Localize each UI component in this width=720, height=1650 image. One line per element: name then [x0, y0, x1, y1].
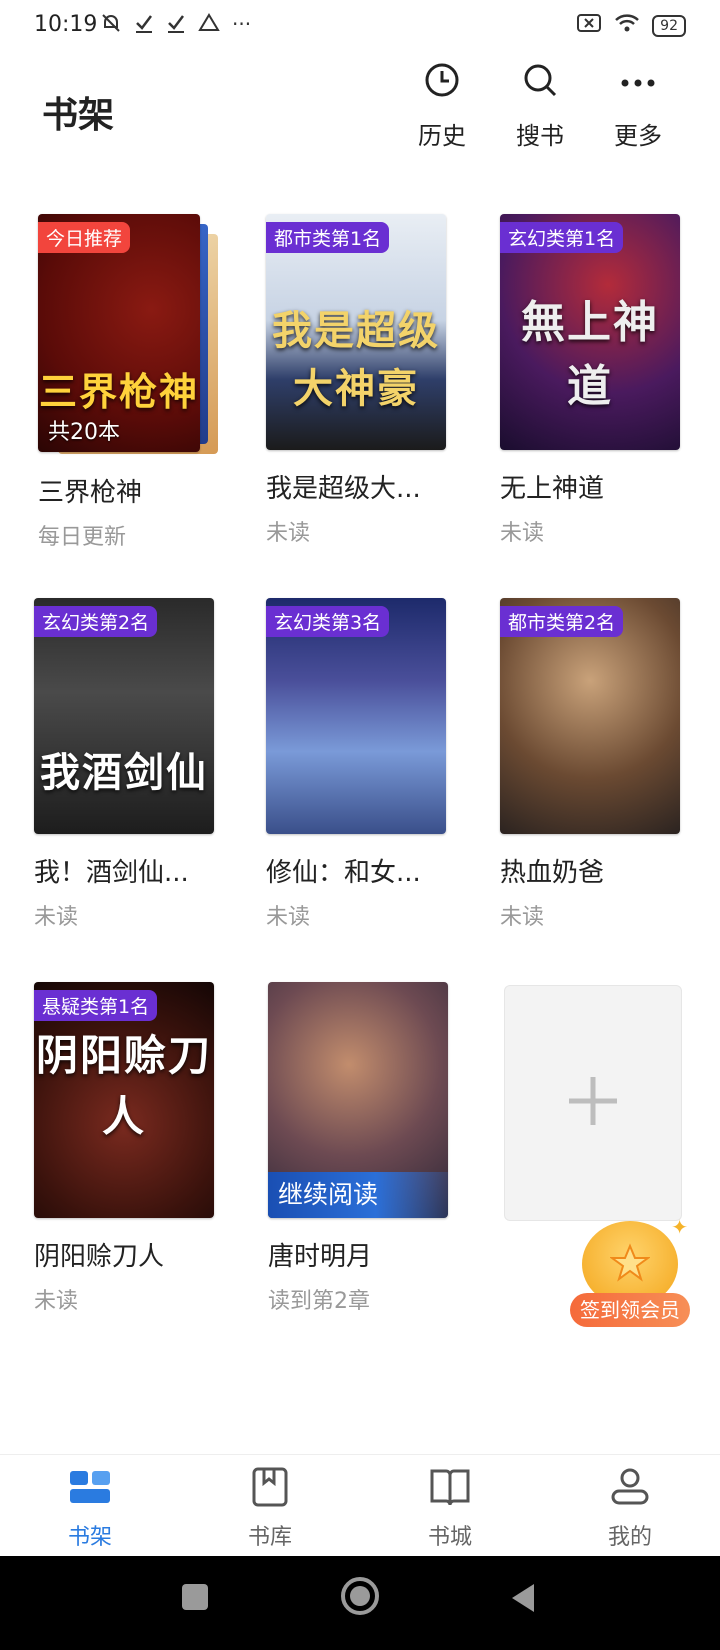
book-cover: 都市类第2名 [500, 598, 680, 834]
book-title: 无上神道 [500, 474, 605, 504]
rank-badge: 玄幻类第3名 [266, 606, 390, 637]
rank-badge: 玄幻类第1名 [500, 222, 624, 253]
book-title: 我！酒剑仙... [34, 858, 189, 888]
cover-art-text: 我是超级大神豪 [272, 308, 440, 412]
book-title: 阴阳赊刀人 [34, 1242, 165, 1272]
book-cover: 玄幻类第3名 [266, 598, 446, 834]
page-title: 书架 [42, 95, 115, 136]
tab-label: 书架 [67, 1525, 112, 1550]
book-item[interactable]: 阴阳赊刀人 悬疑类第1名 阴阳赊刀人 未读 [34, 982, 214, 1315]
history-label: 历史 [418, 122, 466, 150]
cover-art-text: 我酒剑仙 [40, 750, 208, 796]
history-button[interactable]: 历史 [402, 62, 482, 151]
bottom-tab-bar: 书架 书库 书城 我的 [0, 1454, 720, 1557]
book-cover: 無上神道 玄幻类第1名 [500, 214, 680, 450]
tab-bookstore[interactable]: 书城 [400, 1465, 500, 1551]
battery-indicator: 92 [652, 14, 686, 37]
wifi-icon [614, 12, 640, 39]
rank-badge: 都市类第1名 [266, 222, 390, 253]
book-status: 未读 [500, 905, 545, 930]
book-status: 读到第2章 [268, 1289, 370, 1314]
continue-reading-bar[interactable]: 继续阅读 [268, 1172, 448, 1218]
book-title: 热血奶爸 [500, 858, 605, 888]
sim-off-icon [576, 12, 602, 39]
search-label: 搜书 [516, 122, 564, 150]
cover-art-text: 阴阳赊刀人 [35, 1031, 212, 1141]
rank-badge: 悬疑类第1名 [34, 990, 158, 1021]
status-time: 10:19 [34, 12, 98, 37]
signin-label: 签到领会员 [570, 1293, 690, 1327]
book-item[interactable]: 我是超级大神豪 都市类第1名 我是超级大... 未读 [266, 214, 446, 547]
plus-icon [565, 1073, 621, 1133]
home-button[interactable] [340, 1576, 380, 1620]
app-header: 书架 历史 搜书 更多 [0, 56, 720, 156]
book-title: 我是超级大... [266, 474, 421, 504]
more-icon [620, 73, 656, 92]
book-status: 未读 [500, 521, 545, 546]
tab-label: 我的 [607, 1525, 652, 1550]
search-icon [522, 62, 558, 102]
back-button[interactable] [508, 1582, 538, 1618]
recents-button[interactable] [180, 1582, 210, 1616]
book-title: 唐时明月 [268, 1242, 373, 1272]
book-item[interactable]: 我酒剑仙 玄幻类第2名 我！酒剑仙... 未读 [34, 598, 214, 931]
clock-icon [424, 62, 460, 102]
book-title: 修仙：和女... [266, 858, 421, 888]
drive-icon [198, 12, 220, 39]
bookstore-icon [428, 1469, 472, 1513]
book-item[interactable]: 继续阅读 唐时明月 读到第2章 [268, 982, 448, 1315]
library-icon [248, 1467, 292, 1513]
rank-badge: 都市类第2名 [500, 606, 624, 637]
sparkle-icon: ✦ [671, 1215, 688, 1239]
add-book-button[interactable] [504, 985, 682, 1221]
tab-library[interactable]: 书库 [220, 1465, 320, 1551]
book-status: 未读 [266, 521, 311, 546]
bookshelf-icon [68, 1471, 112, 1513]
book-item[interactable]: 都市类第2名 热血奶爸 未读 [500, 598, 680, 931]
tab-label: 书库 [247, 1525, 292, 1550]
cover-art-text: 三界枪神 [38, 370, 199, 414]
book-status: 未读 [34, 905, 79, 930]
cover-art-text: 無上神道 [521, 297, 659, 412]
tab-profile[interactable]: 我的 [580, 1465, 680, 1551]
star-icon [608, 1243, 652, 1287]
book-status: 每日更新 [38, 525, 127, 550]
signin-reward-button[interactable]: ✦ 签到领会员 [570, 1215, 690, 1327]
book-status: 未读 [34, 1289, 79, 1314]
status-right: 92 [576, 12, 686, 39]
profile-icon [608, 1468, 652, 1513]
system-nav-bar [0, 1556, 720, 1650]
book-cover: 阴阳赊刀人 悬疑类第1名 [34, 982, 214, 1218]
status-bar: 10:19 ··· 92 [0, 0, 720, 56]
more-dots: ··· [232, 12, 252, 36]
mute-icon [100, 12, 122, 39]
rank-badge: 玄幻类第2名 [34, 606, 158, 637]
tab-bookshelf[interactable]: 书架 [40, 1465, 140, 1551]
tab-label: 书城 [427, 1525, 472, 1550]
check-icon [166, 12, 186, 39]
more-button[interactable]: 更多 [598, 62, 678, 151]
book-cover-stack[interactable]: 三界枪神 共20本 今日推荐 [38, 214, 218, 454]
book-count-tag: 共20本 [48, 420, 120, 445]
recommend-badge: 今日推荐 [38, 222, 131, 253]
search-button[interactable]: 搜书 [500, 62, 580, 151]
book-item[interactable]: 三界枪神 共20本 今日推荐 三界枪神 每日更新 [38, 214, 218, 551]
check-icon [134, 12, 154, 39]
status-icons: ··· [100, 12, 251, 39]
more-label: 更多 [614, 122, 662, 150]
book-title: 三界枪神 [38, 478, 143, 508]
book-item[interactable]: 無上神道 玄幻类第1名 无上神道 未读 [500, 214, 680, 547]
book-status: 未读 [266, 905, 311, 930]
book-cover: 我酒剑仙 玄幻类第2名 [34, 598, 214, 834]
book-item[interactable]: 玄幻类第3名 修仙：和女... 未读 [266, 598, 446, 931]
book-cover: 继续阅读 [268, 982, 448, 1218]
book-cover: 我是超级大神豪 都市类第1名 [266, 214, 446, 450]
